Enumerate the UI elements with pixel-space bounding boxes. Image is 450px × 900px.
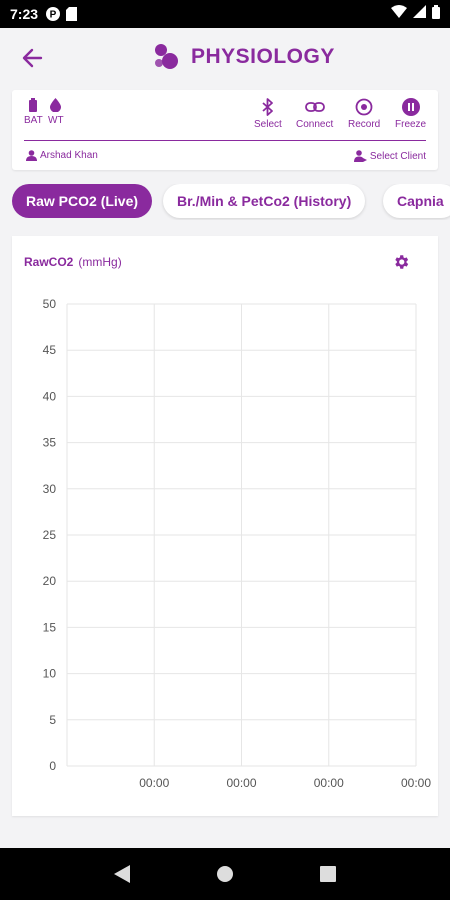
x-tick-label: 00:00 xyxy=(314,776,344,790)
person-icon xyxy=(26,150,37,161)
freeze-button[interactable]: Freeze xyxy=(395,98,426,130)
page-title: PHYSIOLOGY xyxy=(191,45,335,68)
chart-card: RawCO2 (mmHg) 0 5 10 15 20 25 30 35 40 45 50 00:00 00… xyxy=(12,236,438,816)
triangle-back-icon xyxy=(113,865,130,883)
battery-level-icon xyxy=(29,98,38,112)
y-tick-label: 40 xyxy=(43,389,57,403)
tab-br-min-petco2-history[interactable]: Br./Min & PetCo2 (History) xyxy=(163,184,366,218)
rawco2-chart: 0 5 10 15 20 25 30 35 40 45 50 00:00 00:00 00:00 00:00 xyxy=(43,297,432,790)
freeze-label: Freeze xyxy=(395,119,427,130)
select-client-label: Select Client xyxy=(369,150,426,162)
svg-text:P: P xyxy=(50,10,57,21)
y-tick-label: 35 xyxy=(43,436,57,450)
link-icon xyxy=(304,102,325,112)
y-tick-label: 50 xyxy=(43,297,57,311)
status-time: 7:23 xyxy=(10,6,39,22)
weight-label: WT xyxy=(48,115,64,126)
notification-p-icon: P xyxy=(46,7,61,21)
connect-button[interactable]: Connect xyxy=(296,98,333,130)
person-select-icon xyxy=(353,150,367,162)
tab-capnia[interactable]: Capnia xyxy=(383,184,450,218)
record-label: Record xyxy=(348,119,381,130)
app-header: PHYSIOLOGY xyxy=(0,28,450,88)
y-tick-label: 10 xyxy=(43,667,57,681)
status-bar: 7:23 P xyxy=(0,0,450,28)
device-panel: BAT WT Select Connect Record Freeze Arsh… xyxy=(12,90,438,170)
x-tick-label: 00:00 xyxy=(226,776,256,790)
battery-label: BAT xyxy=(24,115,43,126)
nav-recents-button[interactable] xyxy=(316,862,340,886)
y-tick-label: 0 xyxy=(49,759,56,773)
weight-status: WT xyxy=(48,98,64,126)
bluetooth-icon xyxy=(262,98,273,116)
wifi-icon xyxy=(391,5,407,23)
x-tick-label: 00:00 xyxy=(139,776,169,790)
arrow-left-icon xyxy=(22,48,43,68)
system-nav-bar xyxy=(0,848,450,900)
nav-back-button[interactable] xyxy=(110,862,134,886)
record-icon xyxy=(355,98,373,116)
record-button[interactable]: Record xyxy=(348,98,380,130)
x-tick-label: 00:00 xyxy=(401,776,431,790)
y-tick-label: 25 xyxy=(43,528,57,542)
sd-card-icon xyxy=(66,7,78,21)
y-tick-label: 5 xyxy=(49,713,56,727)
circle-home-icon xyxy=(216,866,233,882)
battery-icon xyxy=(432,4,440,24)
signal-icon xyxy=(413,5,426,23)
tab-raw-pco2-live[interactable]: Raw PCO2 (Live) xyxy=(12,184,153,218)
select-label: Select xyxy=(254,119,282,130)
water-drop-icon xyxy=(50,98,62,112)
select-client-button[interactable]: Select Client xyxy=(353,150,426,162)
y-tick-label: 30 xyxy=(43,482,57,496)
select-device-button[interactable]: Select xyxy=(254,98,282,130)
client-name: Arshad Khan xyxy=(40,150,98,161)
status-right xyxy=(391,4,440,24)
app-logo-icon xyxy=(155,44,178,69)
nav-home-button[interactable] xyxy=(213,862,237,886)
y-tick-label: 15 xyxy=(43,620,57,634)
tab-strip: Raw PCO2 (Live) Br./Min & PetCo2 (Histor… xyxy=(0,184,450,220)
pause-icon xyxy=(401,98,420,116)
battery-status: BAT xyxy=(24,98,43,126)
square-recents-icon xyxy=(320,866,337,882)
connect-label: Connect xyxy=(296,119,334,130)
back-button[interactable] xyxy=(18,44,46,72)
y-tick-label: 20 xyxy=(43,574,57,588)
device-divider xyxy=(24,140,426,141)
y-tick-label: 45 xyxy=(43,343,57,357)
current-client: Arshad Khan xyxy=(26,150,98,161)
